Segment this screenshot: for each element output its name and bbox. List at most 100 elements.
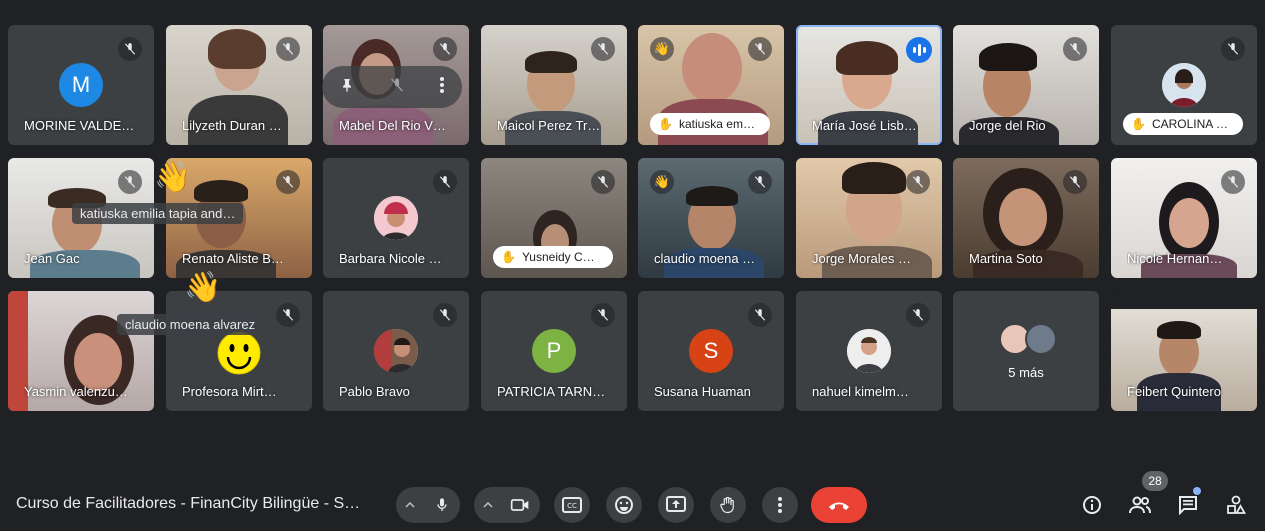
participant-tile[interactable]: Nicole Hernan… <box>1111 158 1257 278</box>
microphone-button[interactable] <box>424 487 460 523</box>
participant-name: PATRICIA TARN… <box>497 384 606 399</box>
meeting-details-button[interactable] <box>1077 490 1107 520</box>
mic-off-icon <box>276 303 300 327</box>
mute-participant-icon[interactable] <box>389 77 405 98</box>
emoji-reactions-button[interactable] <box>606 487 642 523</box>
mic-off-icon <box>276 37 300 61</box>
participant-name: Jean Gac <box>24 251 80 266</box>
chat-icon <box>1179 496 1197 515</box>
participant-tile[interactable]: Martina Soto <box>953 158 1099 278</box>
participant-count-badge: 28 <box>1142 471 1168 491</box>
pin-icon[interactable] <box>339 76 355 99</box>
people-icon <box>1129 496 1151 514</box>
meeting-title: Curso de Facilitadores - FinanCity Bilin… <box>16 495 361 512</box>
participant-name: Jorge del Rio <box>969 118 1046 133</box>
avatar-initial: M <box>71 72 91 97</box>
hand-icon: ✋ <box>501 250 516 264</box>
tile-hover-controls <box>322 66 462 108</box>
camera-button[interactable] <box>502 487 538 523</box>
hand-wave-reaction-icon: 👋 <box>154 161 192 194</box>
info-icon <box>1083 496 1101 514</box>
participant-name: Yusneidy C… <box>521 250 595 264</box>
mic-off-icon <box>1063 37 1087 61</box>
avatar <box>374 329 418 373</box>
participant-tile[interactable]: 👋 claudio moena … <box>638 158 784 278</box>
raised-hand-label: ✋ Yusneidy C… <box>493 246 613 268</box>
participant-tile[interactable]: 👋 ✋ katiuska em… <box>638 25 784 145</box>
avatar <box>1162 63 1206 107</box>
camera-control-group <box>474 487 540 523</box>
chevron-up-icon[interactable] <box>396 502 424 508</box>
participant-tile[interactable]: M MORINE VALDE… <box>8 25 154 145</box>
avatar <box>847 329 891 373</box>
mic-off-icon <box>591 303 615 327</box>
participant-name: nahuel kimelm… <box>812 384 909 399</box>
speaking-indicator-icon <box>906 37 932 63</box>
mic-off-icon <box>433 170 457 194</box>
participant-tile[interactable]: Yasmin valenzu… <box>8 291 154 411</box>
participant-name: María José Lisb… <box>812 118 917 133</box>
participant-name: CAROLINA … <box>1151 117 1228 131</box>
emoji-icon <box>615 496 633 514</box>
mic-off-icon <box>591 170 615 194</box>
mic-off-icon <box>748 37 772 61</box>
activities-icon <box>1227 495 1246 514</box>
participant-name: Lilyzeth Duran … <box>182 118 282 133</box>
microphone-icon <box>437 498 447 511</box>
participant-tile[interactable]: Jorge Morales … <box>796 158 942 278</box>
hand-icon <box>720 496 734 514</box>
mic-off-icon <box>748 170 772 194</box>
mic-control-group <box>396 487 460 523</box>
mic-off-icon <box>591 37 615 61</box>
unread-indicator <box>1193 487 1201 495</box>
mic-off-icon <box>276 170 300 194</box>
participant-name: Pablo Bravo <box>339 384 410 399</box>
participant-name: Feibert Quintero <box>1127 384 1221 399</box>
more-participants-tile[interactable]: 5 más <box>953 291 1099 411</box>
mic-off-icon <box>433 37 457 61</box>
participant-tile[interactable]: Jorge del Rio <box>953 25 1099 145</box>
participant-tile[interactable]: Pablo Bravo <box>323 291 469 411</box>
raised-hand-icon: 👋 <box>650 170 674 194</box>
raise-hand-button[interactable] <box>710 487 746 523</box>
camera-icon <box>510 499 529 511</box>
participant-tile[interactable]: Lilyzeth Duran … <box>166 25 312 145</box>
participant-tile[interactable]: Maicol Perez Tr… <box>481 25 627 145</box>
participant-tile[interactable]: Profesora Mirt… <box>166 291 312 411</box>
participant-name: Nicole Hernan… <box>1127 251 1223 266</box>
hand-icon: ✋ <box>658 117 673 131</box>
activities-button[interactable] <box>1221 490 1251 520</box>
mic-off-icon <box>118 37 142 61</box>
mic-off-icon <box>118 170 142 194</box>
captions-button[interactable]: CC <box>554 487 590 523</box>
svg-text:CC: CC <box>567 502 577 510</box>
participant-tile[interactable]: P PATRICIA TARN… <box>481 291 627 411</box>
hand-icon: ✋ <box>1131 117 1146 131</box>
more-options-button[interactable] <box>762 487 798 523</box>
leave-call-button[interactable] <box>811 487 867 523</box>
more-options-icon[interactable] <box>439 76 445 99</box>
participant-tile[interactable]: ✋ Yusneidy C… <box>481 158 627 278</box>
participant-tile[interactable]: S Susana Huaman <box>638 291 784 411</box>
participant-tile[interactable]: María José Lisb… <box>796 25 942 145</box>
participant-name: claudio moena … <box>654 251 756 266</box>
participant-tile[interactable]: nahuel kimelm… <box>796 291 942 411</box>
mic-off-icon <box>906 170 930 194</box>
mic-off-icon <box>748 303 772 327</box>
participant-tile[interactable]: Barbara Nicole … <box>323 158 469 278</box>
chevron-up-icon[interactable] <box>474 502 502 508</box>
participant-name: Martina Soto <box>969 251 1043 266</box>
participant-name: katiuska em… <box>678 117 755 131</box>
avatar: P <box>532 329 576 373</box>
reaction-tooltip: katiuska emilia tapia and… <box>72 203 244 224</box>
participant-name: Barbara Nicole … <box>339 251 442 266</box>
present-screen-button[interactable] <box>658 487 694 523</box>
participant-tile[interactable]: ✋ CAROLINA … <box>1111 25 1257 145</box>
participant-tile[interactable]: Feibert Quintero <box>1111 291 1257 411</box>
more-count-label: 5 más <box>1008 365 1044 380</box>
people-button[interactable] <box>1125 490 1155 520</box>
participant-name: Profesora Mirt… <box>182 384 277 399</box>
mic-off-icon <box>906 303 930 327</box>
reaction-tooltip: claudio moena alvarez <box>117 314 264 335</box>
hang-up-icon <box>829 502 849 510</box>
